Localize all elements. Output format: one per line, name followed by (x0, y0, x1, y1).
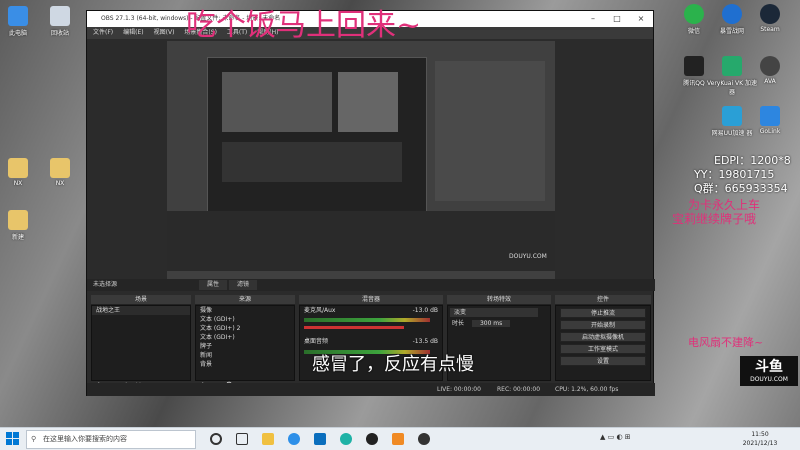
computer-icon (8, 6, 28, 26)
app-icon-dark[interactable] (418, 433, 430, 445)
desktop-icon-steam[interactable]: Steam (744, 4, 796, 33)
mixer-dock-title: 混音器 (299, 295, 443, 305)
source-item[interactable]: 摄像 (196, 306, 294, 315)
overlay-main-title: 吃个饭马上回来~ (186, 8, 422, 43)
overlay-red-small-3: 电风扇不建降~ (688, 336, 764, 349)
verykuai-icon (722, 56, 742, 76)
menu-edit[interactable]: 编辑(E) (123, 27, 143, 39)
scenes-dock: 战地之王 (91, 305, 191, 381)
uu-accelerator-icon (722, 106, 742, 126)
sources-dock-title: 来源 (195, 295, 295, 305)
file-explorer-icon[interactable] (262, 433, 274, 445)
taskbar-search-input[interactable]: ⚲ 在这里输入你要搜索的内容 (26, 430, 196, 449)
taskbar-clock[interactable]: 11:50 2021/12/13 (730, 430, 790, 448)
source-item[interactable]: 文本 (GDI+) (196, 315, 294, 324)
stop-streaming-button[interactable]: 停止推流 (560, 308, 646, 318)
battlenet-icon (722, 4, 742, 24)
controls-dock-title: 控件 (555, 295, 651, 305)
wechat-icon (684, 4, 704, 24)
transition-duration: 时长 300 ms (448, 319, 550, 328)
menu-file[interactable]: 文件(F) (93, 27, 113, 39)
desktop-icon-folder-2[interactable]: NX (34, 158, 86, 187)
source-item[interactable]: 背景 (196, 360, 294, 369)
nested-preview (207, 57, 427, 213)
mic-volume-slider[interactable] (304, 326, 404, 329)
folder-icon (50, 158, 70, 178)
app-icon-orange[interactable] (392, 433, 404, 445)
scene-item[interactable]: 战地之王 (92, 306, 190, 315)
minimize-icon[interactable]: – (581, 11, 605, 27)
source-item[interactable]: 新闻 (196, 351, 294, 360)
start-button[interactable] (6, 432, 20, 446)
obs-preview[interactable]: DOUYU.COM (167, 41, 555, 279)
transition-duration-input[interactable]: 300 ms (471, 320, 511, 327)
overlay-subtitle: 感冒了，反应有点慢 (312, 354, 474, 375)
mixer-track-desktop: 桌面音频 -13.5 dB (304, 338, 438, 345)
app-icon-blue[interactable] (288, 433, 300, 445)
overlay-qq-group: Q群：665933354 (694, 182, 788, 195)
scenes-dock-title: 场景 (91, 295, 191, 305)
obs-taskbar-icon[interactable] (366, 433, 378, 445)
filters-button[interactable]: 滤镜 (229, 280, 257, 290)
properties-button[interactable]: 属性 (199, 280, 227, 290)
obs-window[interactable]: OBS 27.1.3 (64-bit, windows) - 配置文件: 未命名… (86, 10, 655, 396)
obs-status-bar: LIVE: 00:00:00 REC: 00:00:00 CPU: 1.2%, … (87, 383, 655, 396)
taskbar: ⚲ 在这里输入你要搜索的内容 ▲ ▭ ◐ ⊞ 11:50 2021/12/13 (0, 427, 800, 450)
sources-dock: 摄像 文本 (GDI+) 文本 (GDI+) 2 文本 (GDI+) 牌子 新闻… (195, 305, 295, 381)
overlay-red-small-2: 宝莉继续牌子哦 (672, 212, 757, 226)
search-icon: ⚲ (31, 435, 37, 443)
transition-type-select[interactable]: 淡变 (450, 308, 538, 317)
recycle-bin-icon (50, 6, 70, 26)
cortana-icon[interactable] (210, 433, 222, 445)
golink-icon (760, 106, 780, 126)
douyu-logo: 斗鱼 DOUYU.COM (740, 356, 798, 386)
source-item[interactable]: 文本 (GDI+) 2 (196, 324, 294, 333)
mic-level-meter (304, 318, 430, 322)
start-recording-button[interactable]: 开始录制 (560, 320, 646, 330)
qq-icon (684, 56, 704, 76)
douyu-watermark: DOUYU.COM (509, 253, 547, 260)
maximize-icon[interactable]: □ (605, 11, 629, 27)
file-icon (8, 210, 28, 230)
studio-mode-button[interactable]: 工作室模式 (560, 344, 646, 354)
transitions-dock-title: 转场特效 (447, 295, 551, 305)
ava-icon (760, 56, 780, 76)
desktop-icon-file[interactable]: 新建 (0, 210, 44, 241)
steam-icon (760, 4, 780, 24)
system-tray[interactable]: ▲ ▭ ◐ ⊞ (600, 433, 720, 445)
app-icon-store[interactable] (314, 433, 326, 445)
close-icon[interactable]: × (629, 11, 653, 27)
settings-button[interactable]: 设置 (560, 356, 646, 366)
desktop-icon-ava[interactable]: AVA (744, 56, 796, 85)
desktop-icon-recycle-bin[interactable]: 回收站 (34, 6, 86, 37)
folder-icon (8, 158, 28, 178)
mixer-track-mic: 麦克风/Aux -13.0 dB (304, 307, 438, 314)
task-view-icon[interactable] (236, 433, 248, 445)
edge-icon[interactable] (340, 433, 352, 445)
start-virtual-camera-button[interactable]: 启动虚拟摄像机 (560, 332, 646, 342)
source-item[interactable]: 牌子 (196, 342, 294, 351)
controls-dock: 停止推流 开始录制 启动虚拟摄像机 工作室模式 设置 (555, 305, 651, 381)
source-status-bar: 未选择源 (87, 279, 655, 291)
source-item[interactable]: 文本 (GDI+) (196, 333, 294, 342)
menu-view[interactable]: 视图(V) (154, 27, 175, 39)
desktop-icon-golink[interactable]: GoLink (744, 106, 796, 135)
